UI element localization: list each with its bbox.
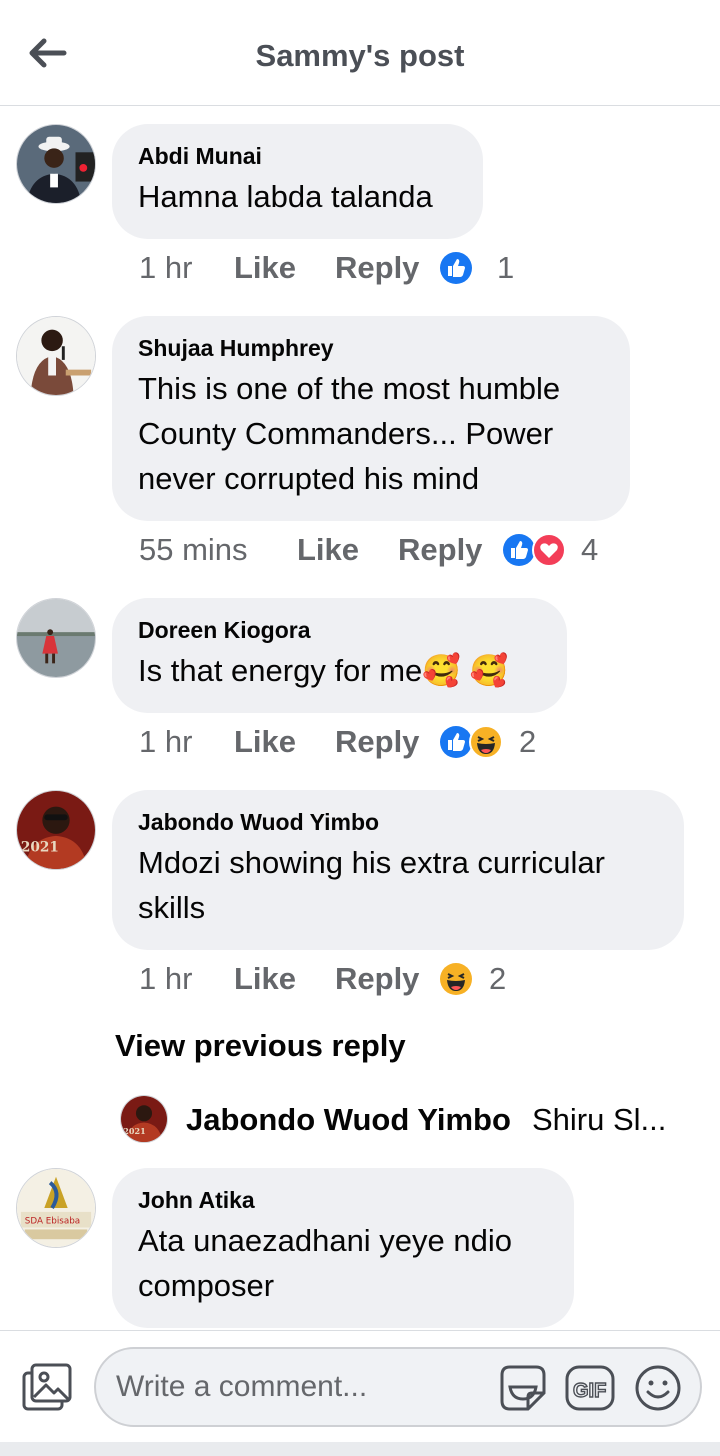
comment-author[interactable]: John Atika [138, 1186, 548, 1214]
reaction-count: 1 [497, 250, 515, 285]
comment-actions: 1 hr Like Reply 1 [139, 248, 514, 288]
emoji-button[interactable] [632, 1363, 686, 1413]
avatar: 2021 [120, 1095, 168, 1143]
comment-actions: 55 mins Like Reply 4 [139, 530, 598, 570]
comment-text: Is that energy for me🥰 🥰 [138, 653, 509, 688]
svg-text:2021: 2021 [21, 839, 59, 855]
view-previous-reply-link[interactable]: View previous reply [115, 1028, 406, 1064]
comment-author[interactable]: Doreen Kiogora [138, 616, 541, 644]
reply-button[interactable]: Reply [335, 961, 439, 997]
comment-actions: 1 hr Like Reply 2 [139, 722, 536, 762]
haha-reaction-icon [440, 963, 472, 995]
reply-text: Shiru Sl... [532, 1102, 667, 1137]
haha-reaction-icon [469, 725, 503, 759]
comment-box: GIF [94, 1347, 702, 1427]
comment-bubble: Doreen Kiogora Is that energy for me🥰 🥰 [112, 598, 567, 713]
comment-author[interactable]: Shujaa Humphrey [138, 334, 604, 362]
reactions[interactable] [439, 251, 497, 285]
reply-button[interactable]: Reply [335, 724, 439, 760]
photo-icon [22, 1363, 72, 1411]
comment-author[interactable]: Jabondo Wuod Yimbo [138, 808, 658, 836]
reactions[interactable] [439, 962, 489, 996]
reply-button[interactable]: Reply [398, 532, 502, 568]
comment-time[interactable]: 55 mins [139, 532, 297, 568]
comment-actions: 1 hr Like Reply 2 [139, 959, 506, 999]
like-button[interactable]: Like [234, 250, 335, 286]
svg-text:GIF: GIF [573, 1380, 606, 1402]
like-reaction-icon [440, 726, 472, 758]
reactions[interactable] [502, 533, 581, 567]
page-title: Sammy's post [255, 38, 465, 73]
reply-button[interactable]: Reply [335, 250, 439, 286]
comment-bubble: Jabondo Wuod Yimbo Mdozi showing his ext… [112, 790, 684, 950]
app: Sammy's post Abdi Munai Hamna labda tala… [0, 0, 720, 1456]
sticker-button[interactable] [496, 1363, 550, 1413]
photo-button[interactable] [20, 1361, 74, 1415]
header: Sammy's post [0, 0, 720, 106]
avatar[interactable] [16, 124, 96, 204]
comment-text: This is one of the most humble County Co… [138, 371, 561, 496]
comment-bubble: John Atika Ata unaezadhani yeye ndio com… [112, 1168, 574, 1328]
comment-time[interactable]: 1 hr [139, 961, 234, 997]
reactions[interactable] [439, 725, 519, 759]
reply-preview[interactable]: 2021 Jabondo Wuod Yimbo Shiru Sl... [120, 1095, 700, 1145]
comment-bubble: Abdi Munai Hamna labda talanda [112, 124, 483, 239]
avatar[interactable]: SDA Ebisaba [16, 1168, 96, 1248]
like-button[interactable]: Like [234, 724, 335, 760]
comment-text: Ata unaezadhani yeye ndio composer [138, 1223, 513, 1303]
comment-composer: GIF [0, 1330, 720, 1456]
like-button[interactable]: Like [234, 961, 335, 997]
comment-text: Hamna labda talanda [138, 179, 433, 214]
emoji-icon [635, 1365, 681, 1411]
avatar[interactable]: 2021 [16, 790, 96, 870]
svg-text:SDA Ebisaba: SDA Ebisaba [25, 1217, 80, 1227]
reaction-count: 4 [581, 532, 599, 567]
system-nav-bar [0, 1442, 720, 1456]
sticker-icon [500, 1365, 546, 1411]
reaction-count: 2 [489, 961, 507, 996]
love-reaction-icon [532, 533, 566, 567]
comment-time[interactable]: 1 hr [139, 250, 234, 286]
like-button[interactable]: Like [297, 532, 398, 568]
gif-button[interactable]: GIF [564, 1363, 618, 1413]
comment-input[interactable] [116, 1367, 486, 1407]
reply-author: Jabondo Wuod Yimbo [186, 1102, 511, 1137]
comment-bubble: Shujaa Humphrey This is one of the most … [112, 316, 630, 521]
avatar[interactable] [16, 598, 96, 678]
gif-icon: GIF [565, 1365, 615, 1411]
comment-time[interactable]: 1 hr [139, 724, 234, 760]
svg-text:2021: 2021 [123, 1126, 145, 1136]
comment-text: Mdozi showing his extra curricular skill… [138, 845, 605, 925]
comment-author[interactable]: Abdi Munai [138, 142, 457, 170]
like-reaction-icon [503, 534, 535, 566]
avatar[interactable] [16, 316, 96, 396]
reaction-count: 2 [519, 724, 537, 759]
like-reaction-icon [440, 252, 472, 284]
